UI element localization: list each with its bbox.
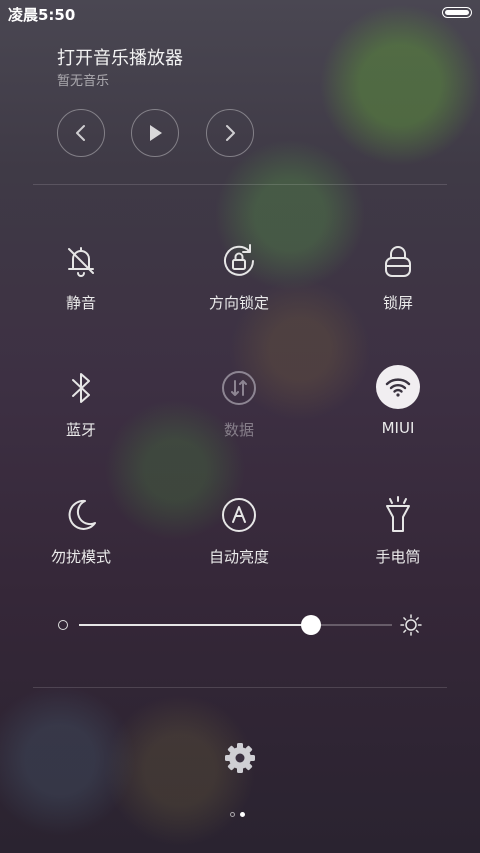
battery-icon — [442, 7, 472, 18]
toggle-label: MIUI — [381, 419, 415, 437]
toggle-label: 方向锁定 — [208, 294, 269, 312]
music-player-title[interactable]: 打开音乐播放器 — [57, 44, 183, 70]
toggle-label: 勿扰模式 — [50, 548, 111, 566]
play-button[interactable] — [131, 109, 179, 157]
brightness-high-icon — [400, 614, 422, 636]
toggle-wifi[interactable]: MIUI — [318, 365, 478, 455]
toggle-flashlight[interactable]: 手电筒 — [318, 492, 478, 582]
settings-gear-icon[interactable] — [223, 741, 257, 775]
toggle-rotation-lock[interactable]: 方向锁定 — [159, 238, 319, 328]
page-dot-active[interactable] — [240, 812, 245, 817]
lock-icon — [375, 238, 421, 284]
toggle-label: 静音 — [65, 294, 96, 312]
slider-track[interactable] — [79, 615, 392, 635]
toggle-label: 数据 — [223, 421, 254, 439]
toggle-lock-screen[interactable]: 锁屏 — [318, 238, 478, 328]
next-button[interactable] — [206, 109, 254, 157]
play-icon — [150, 125, 162, 141]
toggle-auto-brightness[interactable]: 自动亮度 — [159, 492, 319, 582]
toggle-label: 手电筒 — [375, 548, 421, 566]
chevron-right-icon — [226, 125, 235, 141]
page-dot[interactable] — [230, 812, 235, 817]
toggle-label: 蓝牙 — [65, 421, 96, 439]
brightness-slider[interactable] — [58, 614, 428, 636]
bell-off-icon — [58, 238, 104, 284]
slider-thumb[interactable] — [300, 615, 321, 635]
toggle-do-not-disturb[interactable]: 勿扰模式 — [1, 492, 161, 582]
flashlight-icon — [375, 492, 421, 538]
moon-icon — [58, 492, 104, 538]
bluetooth-icon — [58, 365, 104, 411]
toggle-silent[interactable]: 静音 — [1, 238, 161, 328]
music-status: 暂无音乐 — [57, 74, 110, 89]
toggle-label: 自动亮度 — [208, 548, 269, 566]
divider — [33, 184, 447, 185]
wifi-icon — [376, 365, 420, 409]
brightness-low-icon — [58, 620, 68, 630]
status-time: 凌晨5:50 — [8, 6, 76, 24]
rotation-lock-icon — [216, 238, 262, 284]
slider-fill — [79, 624, 311, 626]
toggle-label: 锁屏 — [382, 294, 413, 312]
auto-brightness-icon — [216, 492, 262, 538]
page-indicator — [230, 812, 245, 817]
divider — [33, 687, 447, 688]
previous-button[interactable] — [57, 109, 105, 157]
toggle-bluetooth[interactable]: 蓝牙 — [1, 365, 161, 455]
mobile-data-icon — [216, 365, 262, 411]
chevron-left-icon — [76, 125, 85, 141]
toggle-mobile-data[interactable]: 数据 — [159, 365, 319, 455]
